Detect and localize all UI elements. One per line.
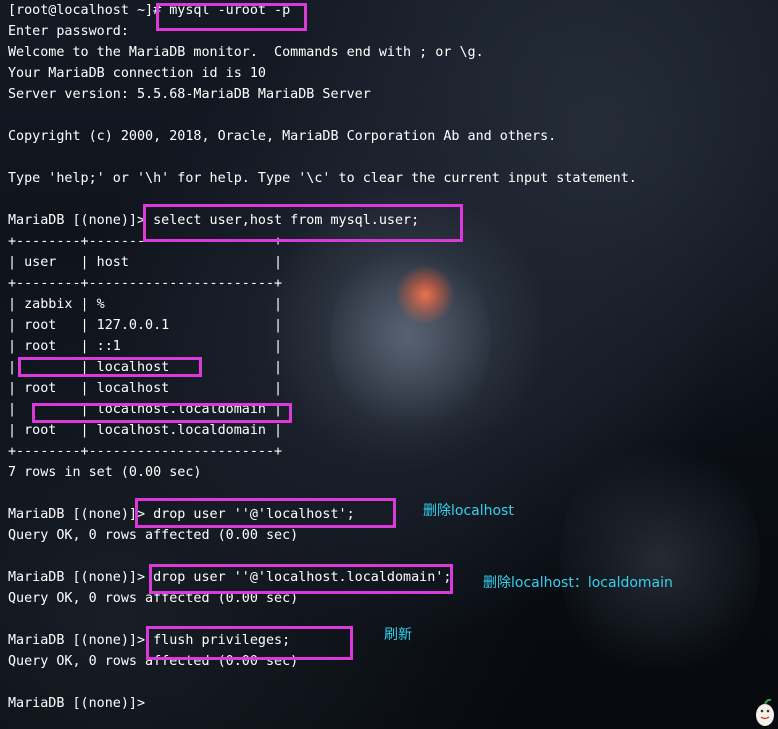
watermark-icon	[756, 698, 774, 726]
highlight-box-empty-user-localhost	[18, 357, 202, 377]
terminal-line: Query OK, 0 rows affected (0.00 sec)	[8, 528, 299, 543]
highlight-box-select-query	[143, 204, 463, 242]
highlight-box-mysql-command	[156, 3, 307, 31]
terminal-line: | root | 127.0.0.1 |	[8, 318, 283, 333]
terminal-line: Enter password:	[8, 24, 129, 39]
terminal-line: 7 rows in set (0.00 sec)	[8, 465, 202, 480]
highlight-box-empty-user-localdomain	[32, 403, 292, 423]
highlight-box-flush-privileges	[146, 626, 353, 660]
highlight-box-drop-localhost	[135, 498, 396, 528]
highlight-box-drop-localdomain	[149, 564, 453, 594]
terminal-line: Server version: 5.5.68-MariaDB MariaDB S…	[8, 87, 371, 102]
terminal-line: | zabbix | % |	[8, 297, 283, 312]
annotation-drop-localhost: 删除localhost	[423, 503, 514, 519]
annotation-flush: 刷新	[384, 627, 412, 643]
terminal-line: | root | ::1 |	[8, 339, 283, 354]
terminal-line: | root | localhost.localdomain |	[8, 423, 283, 438]
terminal-line: Welcome to the MariaDB monitor. Commands…	[8, 45, 484, 60]
terminal-line: Type 'help;' or '\h' for help. Type '\c'…	[8, 171, 637, 186]
terminal-line: Your MariaDB connection id is 10	[8, 66, 266, 81]
terminal-line: +--------+-----------------------+	[8, 444, 283, 459]
terminal-line: | root | localhost |	[8, 381, 283, 396]
terminal-line: Copyright (c) 2000, 2018, Oracle, MariaD…	[8, 129, 557, 144]
annotation-drop-localdomain: 删除localhost：localdomain	[483, 575, 673, 591]
terminal-line: +--------+-----------------------+	[8, 276, 283, 291]
terminal-line: MariaDB [(none)]>	[8, 696, 154, 711]
terminal-line: | user | host |	[8, 255, 283, 270]
